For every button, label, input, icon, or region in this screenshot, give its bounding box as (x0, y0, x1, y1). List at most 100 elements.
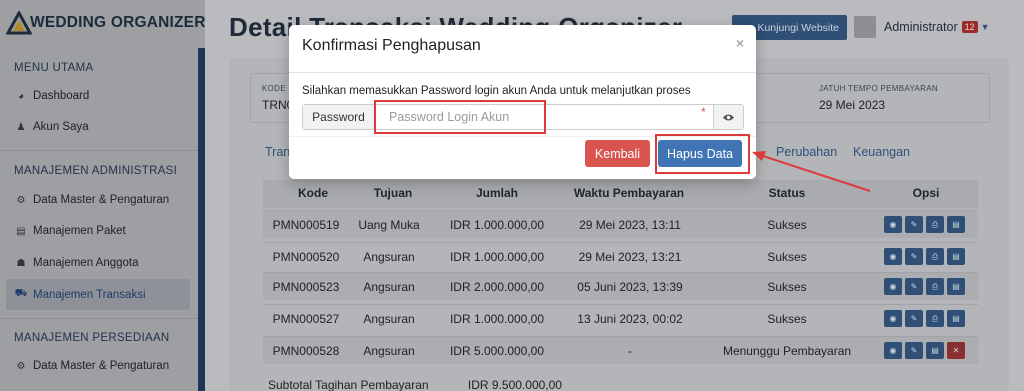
print-icon[interactable]: ⎙ (926, 278, 944, 295)
avatar[interactable] (854, 16, 876, 38)
sidebar-item-manajemen-paket[interactable]: ▤ Manajemen Paket (14, 221, 126, 241)
table-header: Kode Tujuan Jumlah Waktu Pembayaran Stat… (263, 180, 978, 208)
column-header: Jumlah (475, 186, 519, 200)
edit-icon[interactable]: ✎ (905, 248, 923, 265)
edit-icon[interactable]: ✎ (905, 216, 923, 233)
row-actions: ◉ ✎ ⎙ ▤ (884, 278, 965, 295)
table-row: PMN000527 Angsuran IDR 1.000.000,00 13 J… (263, 304, 978, 332)
cell-jumlah: IDR 1.000.000,00 (449, 218, 545, 232)
table-row: PMN000523 Angsuran IDR 2.000.000,00 05 J… (263, 272, 978, 300)
sidebar-item-label: Akun Saya (33, 121, 89, 133)
edit-icon[interactable]: ✎ (905, 342, 923, 359)
logo-icon (6, 11, 32, 35)
brand[interactable]: WEDDING ORGANIZER (6, 8, 206, 38)
sidebar-item-label: Manajemen Transaksi (33, 288, 146, 301)
cell-waktu: 05 Juni 2023, 13:39 (577, 280, 683, 294)
brand-name: WEDDING ORGANIZER (30, 14, 206, 31)
required-marker: * (701, 105, 706, 119)
sidebar-section-administrasi: MANAJEMEN ADMINISTRASI (14, 165, 178, 177)
notification-badge: 12 (961, 21, 978, 33)
document-icon[interactable]: ▤ (947, 278, 965, 295)
view-icon[interactable]: ◉ (884, 216, 902, 233)
eye-icon (722, 113, 735, 121)
view-icon[interactable]: ◉ (884, 248, 902, 265)
column-header: Kode (298, 186, 328, 200)
cell-tujuan: Angsuran (363, 312, 415, 326)
table-row: PMN000528 Angsuran IDR 5.000.000,00 - Me… (263, 336, 978, 364)
row-actions: ◉ ✎ ⎙ ▤ (884, 248, 965, 265)
tab-perubahan[interactable]: Perubahan (776, 145, 837, 159)
tab-keuangan[interactable]: Keuangan (853, 145, 910, 159)
cell-kode: PMN000519 (272, 218, 340, 232)
row-actions: ◉ ✎ ▤ ✕ (884, 342, 965, 359)
cell-jumlah: IDR 1.000.000,00 (449, 250, 545, 264)
user-menu[interactable]: Administrator 12 ▼ (884, 20, 990, 34)
tab-transaksi[interactable]: Tran (265, 145, 290, 159)
table-row: PMN000519 Uang Muka IDR 1.000.000,00 29 … (263, 210, 978, 238)
users-icon: ☗ (16, 257, 26, 269)
sidebar-item-manajemen-transaksi[interactable]: ⛟ Manajemen Transaksi (6, 279, 190, 310)
modal-message: Silahkan memasukkan Password login akun … (302, 85, 691, 97)
document-icon[interactable]: ▤ (947, 248, 965, 265)
gears-icon: ⚙ (16, 194, 26, 206)
sidebar-accent-bar (198, 48, 205, 391)
print-icon[interactable]: ⎙ (926, 310, 944, 327)
user-icon: ♟ (16, 121, 26, 133)
book-icon: ▤ (16, 225, 26, 237)
cell-status: Sukses (767, 312, 807, 326)
view-icon[interactable]: ◉ (884, 310, 902, 327)
cell-jumlah: IDR 1.000.000,00 (449, 312, 545, 326)
view-icon[interactable]: ◉ (884, 278, 902, 295)
edit-icon[interactable]: ✎ (905, 310, 923, 327)
cell-tujuan: Uang Muka (358, 218, 420, 232)
print-icon[interactable]: ⎙ (926, 248, 944, 265)
cell-waktu: 29 Mei 2023, 13:21 (578, 250, 682, 264)
view-icon[interactable]: ◉ (884, 342, 902, 359)
table-row: PMN000520 Angsuran IDR 1.000.000,00 29 M… (263, 242, 978, 270)
due-date-value: 29 Mei 2023 (819, 98, 886, 112)
chevron-down-icon: ▼ (980, 22, 990, 32)
cell-jumlah: IDR 2.000.000,00 (449, 280, 545, 294)
print-icon[interactable]: ⎙ (926, 216, 944, 233)
sidebar-item-akun-saya[interactable]: ♟ Akun Saya (14, 117, 89, 137)
column-header: Waktu Pembayaran (573, 186, 685, 200)
sidebar-section-menu-utama: MENU UTAMA (14, 62, 94, 74)
document-icon[interactable]: ▤ (947, 216, 965, 233)
sidebar-item-dashboard[interactable]: ◕ Dashboard (14, 86, 89, 106)
user-name: Administrator (884, 20, 958, 34)
sidebar-item-data-master[interactable]: ⚙ Data Master & Pengaturan (14, 190, 170, 210)
sidebar-section-persediaan: MANAJEMEN PERSEDIAAN (14, 332, 170, 344)
sidebar-item-label: Manajemen Anggota (33, 257, 139, 269)
row-actions: ◉ ✎ ⎙ ▤ (884, 216, 965, 233)
cell-tujuan: Angsuran (363, 280, 415, 294)
column-header: Tujuan (373, 186, 413, 200)
sidebar-item-label: Data Master & Pengaturan (33, 194, 170, 206)
sidebar-divider (0, 318, 198, 319)
sidebar-item-label: Manajemen Paket (33, 225, 126, 237)
column-header: Status (768, 186, 806, 200)
delete-button-highlight-box (655, 134, 750, 174)
edit-icon[interactable]: ✎ (905, 278, 923, 295)
modal-title: Konfirmasi Penghapusan (302, 37, 481, 54)
close-icon[interactable]: × (736, 35, 744, 51)
document-icon[interactable]: ▤ (926, 342, 944, 359)
back-button[interactable]: Kembali (585, 140, 650, 167)
show-password-button[interactable] (713, 105, 743, 129)
sidebar-divider (0, 150, 198, 151)
row-actions: ◉ ✎ ⎙ ▤ (884, 310, 965, 327)
transaction-code-label: KODE (262, 84, 286, 93)
cell-status: Sukses (767, 218, 807, 232)
column-header: Opsi (912, 186, 940, 200)
sidebar-item-manajemen-anggota[interactable]: ☗ Manajemen Anggota (14, 253, 139, 273)
document-icon[interactable]: ▤ (947, 310, 965, 327)
cell-waktu: 13 Juni 2023, 00:02 (577, 312, 683, 326)
modal-divider (289, 72, 756, 73)
cell-status: Sukses (767, 280, 807, 294)
cart-icon: ⛟ (14, 288, 28, 299)
cell-kode: PMN000528 (272, 344, 340, 358)
cell-kode: PMN000523 (272, 280, 340, 294)
delete-icon[interactable]: ✕ (947, 342, 965, 359)
cell-kode: PMN000527 (272, 312, 340, 326)
cell-status: Sukses (767, 250, 807, 264)
sidebar-item-data-master-persediaan[interactable]: ⚙ Data Master & Pengaturan (14, 356, 170, 376)
